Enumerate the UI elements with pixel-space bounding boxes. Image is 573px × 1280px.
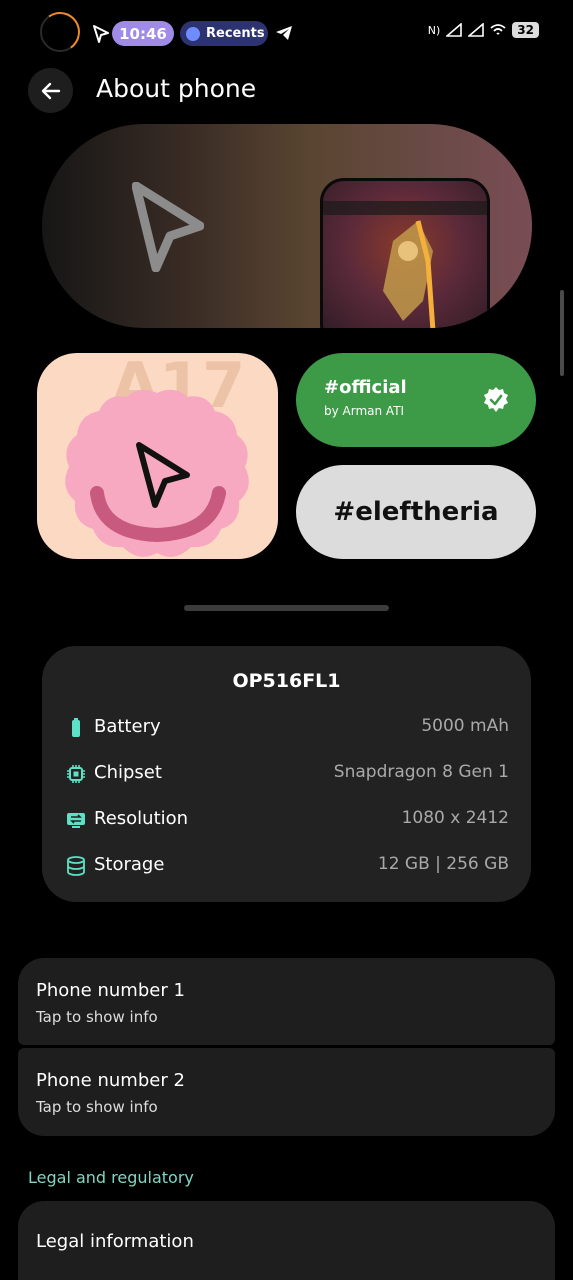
list-item-title: Phone number 2	[36, 1070, 185, 1091]
wifi-icon	[490, 24, 506, 35]
spec-value: 5000 mAh	[421, 716, 509, 736]
wallpaper-art	[323, 201, 487, 328]
spec-value: 12 GB | 256 GB	[377, 854, 509, 874]
rom-banner[interactable]	[42, 124, 532, 328]
spec-row-chipset: Chipset Snapdragon 8 Gen 1	[66, 760, 509, 790]
signal-icon	[446, 23, 463, 37]
spec-row-storage: Storage 12 GB | 256 GB	[66, 852, 509, 882]
recents-icon	[186, 26, 200, 41]
legal-information-item[interactable]: Legal information	[18, 1201, 555, 1280]
spec-row-resolution: Resolution 1080 x 2412	[66, 806, 509, 836]
spec-label: Battery	[94, 716, 161, 737]
eleftheria-tile[interactable]: #eleftheria	[296, 465, 536, 559]
recents-label: Recents	[206, 26, 265, 41]
signal-icon	[468, 23, 485, 37]
cursor-icon	[93, 25, 109, 43]
phone-number-1-item[interactable]: Phone number 1 Tap to show info	[18, 958, 555, 1045]
section-header-legal: Legal and regulatory	[28, 1168, 194, 1187]
spec-value: 1080 x 2412	[401, 808, 509, 828]
spec-label: Storage	[94, 854, 165, 875]
storage-icon	[67, 856, 85, 876]
official-tile[interactable]: #official by Arman ATI	[296, 353, 536, 447]
list-item-title: Phone number 1	[36, 980, 185, 1001]
status-time: 10:46	[112, 21, 174, 46]
arrow-left-icon	[41, 82, 60, 99]
page-title: About phone	[96, 74, 257, 103]
resolution-icon	[67, 813, 85, 828]
official-title: #official	[324, 377, 407, 398]
list-item-title: Legal information	[36, 1231, 194, 1252]
nfc-icon: N)	[427, 23, 441, 37]
spec-label: Chipset	[94, 762, 162, 783]
telegram-icon	[276, 26, 292, 40]
battery-indicator: 32	[512, 22, 539, 38]
avatar-ring	[40, 12, 80, 52]
section-divider	[184, 605, 389, 611]
list-item-subtitle: Tap to show info	[36, 1098, 158, 1116]
scrollbar[interactable]	[560, 290, 564, 376]
cursor-logo-icon	[132, 182, 204, 272]
spec-value: Snapdragon 8 Gen 1	[333, 762, 509, 782]
battery-icon	[72, 718, 80, 737]
back-button[interactable]	[28, 68, 73, 113]
device-model: OP516FL1	[232, 670, 341, 692]
phone-number-2-item[interactable]: Phone number 2 Tap to show info	[18, 1048, 555, 1136]
spec-label: Resolution	[94, 808, 189, 829]
verified-badge-icon	[484, 387, 508, 412]
official-author: by Arman ATI	[324, 404, 405, 418]
spec-row-battery: Battery 5000 mAh	[66, 714, 509, 744]
chip-icon	[67, 765, 85, 783]
a17-tile[interactable]: A17	[37, 353, 278, 559]
scalloped-badge-icon	[65, 389, 249, 557]
wallpaper-preview	[320, 178, 490, 328]
recents-chip[interactable]: Recents	[180, 21, 268, 46]
device-specs-card: OP516FL1 Battery 5000 mAh Chipset Snapdr…	[42, 646, 531, 902]
list-item-subtitle: Tap to show info	[36, 1008, 158, 1026]
status-icons: N) 32	[428, 22, 539, 38]
